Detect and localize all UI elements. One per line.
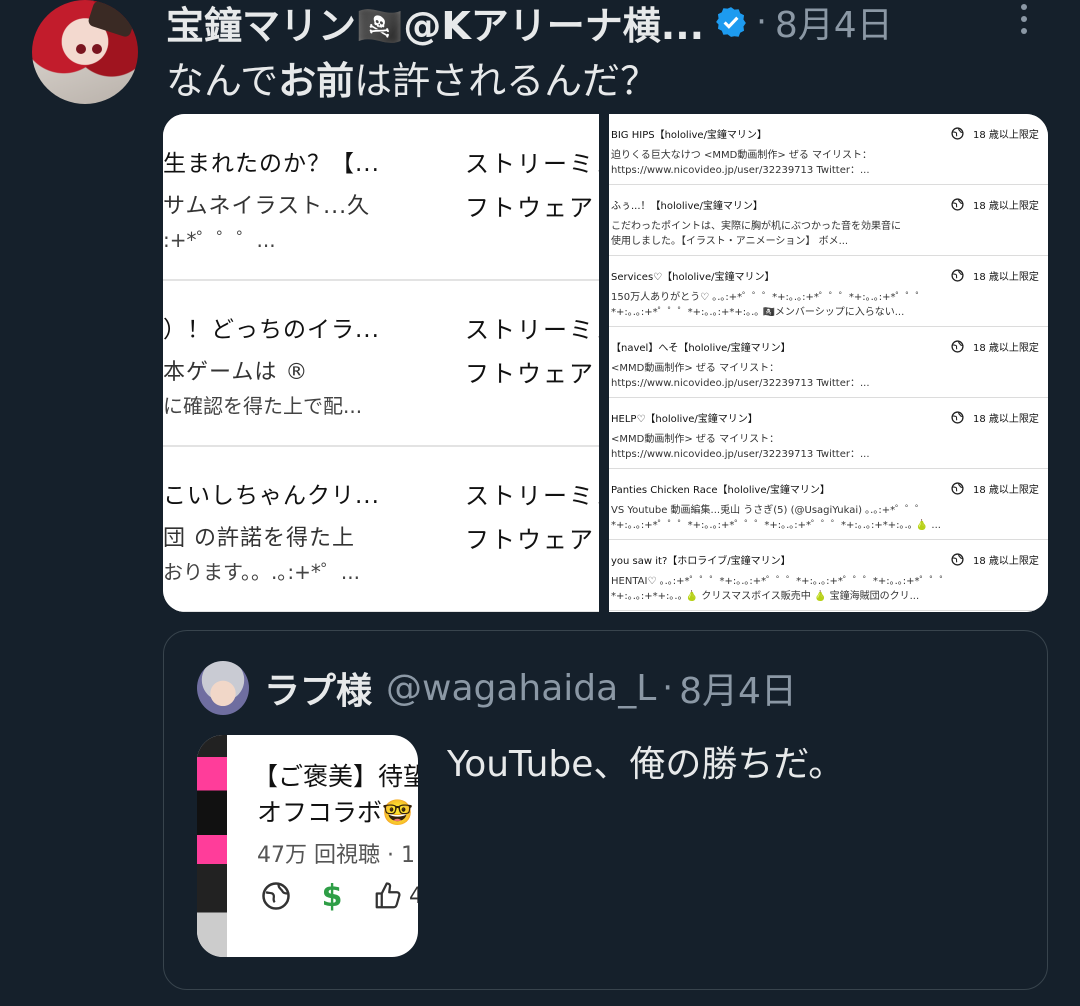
video-list-row: こいしちゃんクリ... 団 の許諾を得た上 おります。。.｡:+*゜... ストリーミ…: [163, 446, 619, 612]
video-title: you saw it?【ホロライブ/宝鐘マリン】: [611, 556, 791, 567]
video-description: 150万人ありがとう♡ ｡.｡:+*゜゜゜*+:｡.｡:+*゜゜゜*+:｡.｡:…: [611, 292, 926, 303]
tweet-header: 宝鐘マリン🏴‍☠️@Kアリーナ横... · 8月4日: [166, 0, 893, 48]
quoted-media-thumbnail[interactable]: 【ご褒美】待望 オフコラボ🤓 47万 回視聴 · 1 $ 4: [197, 735, 418, 957]
video-description: https://www.nicovideo.jp/user/32239713 T…: [611, 165, 870, 176]
thumbnail-image-strip: [197, 735, 227, 957]
more-options-icon[interactable]: [1016, 4, 1032, 40]
video-list-row: 生まれたのか？【... サムネイラスト...久 :+*゜゜゜... ストリーミン フトウ…: [163, 114, 619, 281]
video-description: 使用しました。【イラスト・アニメーション】 ボメ...: [611, 236, 849, 247]
video-description: 迫りくる巨大なけつ <MMD動画制作> ぜる マイリスト：: [611, 150, 873, 161]
globe-icon: [951, 125, 964, 140]
video-category: フトウェア: [465, 526, 595, 554]
thumbs-up-icon: [371, 879, 405, 913]
author-name[interactable]: 宝鐘マリン🏴‍☠️@Kアリーナ横...: [166, 0, 704, 50]
video-description: 本ゲームは ®: [163, 360, 309, 385]
separator-dot: ·: [756, 2, 767, 42]
media-image-left[interactable]: 生まれたのか？【... サムネイラスト...久 :+*゜゜゜... ストリーミン フトウ…: [163, 114, 619, 612]
thumbnail-icon-row: $ 4: [259, 878, 418, 914]
quoted-tweet[interactable]: ラプ様 @wagahaida_L · 8月4日 【ご褒美】待望 オフコラボ🤓 4…: [163, 630, 1048, 990]
video-title: 【navel】へそ【hololive/宝鐘マリン】: [611, 343, 791, 354]
video-list-row: you saw it?【ホロライブ/宝鐘マリン】 HENTAI♡ ｡.｡:+*゜゜…: [609, 540, 1048, 611]
video-list-row: Panties Chicken Race【hololive/宝鐘マリン】 VS Y…: [609, 469, 1048, 540]
video-description: https://www.nicovideo.jp/user/32239713 T…: [611, 449, 870, 460]
globe-icon: [951, 196, 964, 211]
globe-icon: [259, 879, 293, 913]
video-title: BIG HIPS【hololive/宝鐘マリン】: [611, 130, 767, 141]
like-count: 4: [409, 883, 418, 909]
verified-badge-icon: [716, 7, 746, 37]
video-category: ストリーミン: [465, 150, 621, 178]
media-divider: [599, 114, 609, 612]
video-list-row: Services♡【hololive/宝鐘マリン】 150万人ありがとう♡ ｡.｡…: [609, 256, 1048, 327]
video-description: https://www.nicovideo.jp/user/32239713 T…: [611, 378, 870, 389]
age-restriction-badge: 18 歳以上限定: [973, 485, 1039, 496]
thumbnail-view-count: 47万 回視聴 · 1: [257, 843, 415, 868]
video-title: ）！どっちのイラ...: [163, 317, 380, 343]
age-restriction-badge: 18 歳以上限定: [973, 201, 1039, 212]
quoted-tweet-date: 8月4日: [679, 671, 797, 712]
video-title: Services♡【hololive/宝鐘マリン】: [611, 272, 775, 283]
video-description: <MMD動画制作> ぜる マイリスト：: [611, 434, 780, 445]
video-category: フトウェア: [465, 360, 595, 388]
avatar-hat: [87, 0, 137, 39]
video-list-row: HELP♡【hololive/宝鐘マリン】 <MMD動画制作> ぜる マイリスト：…: [609, 398, 1048, 469]
video-description: に確認を得た上で配...: [163, 394, 363, 418]
tweet-media[interactable]: 生まれたのか？【... サムネイラスト...久 :+*゜゜゜... ストリーミン フトウ…: [163, 114, 1048, 612]
video-description: こだわったポイントは、実際に胸が机にぶつかった音を効果音に: [611, 221, 901, 232]
video-description: おります。。.｡:+*゜...: [163, 560, 360, 584]
video-list-row: ）！どっちのイラ... 本ゲームは ® に確認を得た上で配... ストリーミン フトウェ…: [163, 280, 619, 447]
globe-icon: [951, 551, 964, 566]
video-title: Panties Chicken Race【hololive/宝鐘マリン】: [611, 485, 830, 496]
quoted-author-avatar[interactable]: [197, 661, 249, 715]
video-title: 生まれたのか？【...: [163, 151, 380, 177]
video-category: ストリーミン: [465, 482, 621, 510]
age-restriction-badge: 18 歳以上限定: [973, 130, 1039, 141]
video-title: HELP♡【hololive/宝鐘マリン】: [611, 414, 758, 425]
video-description: *+:｡.｡:+*゜゜゜*+:｡.｡:+*+:｡.｡ 🏴‍☠️メンバーシップに入…: [611, 307, 905, 318]
quoted-author-handle: @wagahaida_L: [386, 667, 657, 709]
age-restriction-badge: 18 歳以上限定: [973, 343, 1039, 354]
video-description: *+:｡.｡:+*゜゜゜*+:｡.｡:+*゜゜゜*+:｡.｡:+*゜゜゜*+:｡…: [611, 520, 941, 531]
video-description: VS Youtube 動画編集...兎山 うさぎ(5) (@UsagiYukai…: [611, 505, 926, 516]
video-description: :+*゜゜゜...: [163, 228, 276, 252]
avatar-eye: [76, 44, 86, 54]
video-list-row: 【navel】へそ【hololive/宝鐘マリン】 <MMD動画制作> ぜる マイ…: [609, 327, 1048, 398]
video-category: ストリーミン: [465, 316, 621, 344]
thumbnail-title-line: 【ご褒美】待望: [253, 762, 418, 791]
media-image-right[interactable]: BIG HIPS【hololive/宝鐘マリン】迫りくる巨大なけつ <MMD動画…: [609, 114, 1048, 612]
video-title: ふぅ...！【hololive/宝鐘マリン】: [611, 201, 763, 212]
globe-icon: [951, 338, 964, 353]
video-description: <MMD動画制作> ぜる マイリスト：: [611, 363, 780, 374]
video-list-row: ふぅ...！【hololive/宝鐘マリン】こだわったポイントは、実際に胸が机に…: [609, 185, 1048, 256]
globe-icon: [951, 480, 964, 495]
quoted-tweet-text: YouTube、俺の勝ちだ。: [447, 744, 845, 785]
globe-icon: [951, 267, 964, 282]
avatar-eye: [92, 44, 102, 54]
video-description: 団 の許諾を得た上: [163, 526, 355, 551]
video-list-row: BIG HIPS【hololive/宝鐘マリン】迫りくる巨大なけつ <MMD動画…: [609, 114, 1048, 185]
separator-dot: ·: [662, 668, 674, 708]
age-restriction-badge: 18 歳以上限定: [973, 556, 1039, 567]
tweet-date[interactable]: 8月4日: [775, 0, 893, 48]
video-description: サムネイラスト...久: [163, 194, 371, 219]
thumbnail-title-line: オフコラボ🤓: [257, 798, 414, 827]
age-restriction-badge: 18 歳以上限定: [973, 272, 1039, 283]
dollar-icon: $: [321, 878, 343, 914]
tweet-text: なんでお前は許されるんだ？: [166, 59, 659, 103]
globe-icon: [951, 409, 964, 424]
quoted-author-name: ラプ様: [264, 671, 373, 712]
author-avatar[interactable]: [32, 0, 138, 104]
video-description: HENTAI♡ ｡.｡:+*゜゜゜*+:｡.｡:+*゜゜゜*+:｡.｡:+*゜゜…: [611, 576, 950, 587]
quoted-tweet-header: ラプ様 @wagahaida_L · 8月4日: [264, 663, 797, 713]
video-category: フトウェア: [465, 194, 595, 222]
age-restriction-badge: 18 歳以上限定: [973, 414, 1039, 425]
video-description: *+:｡.｡:+*+:｡.｡ 🍐 クリスマスボイス販売中 🍐 宝鐘海賊団のクリ.…: [611, 591, 920, 602]
video-title: こいしちゃんクリ...: [163, 483, 380, 509]
